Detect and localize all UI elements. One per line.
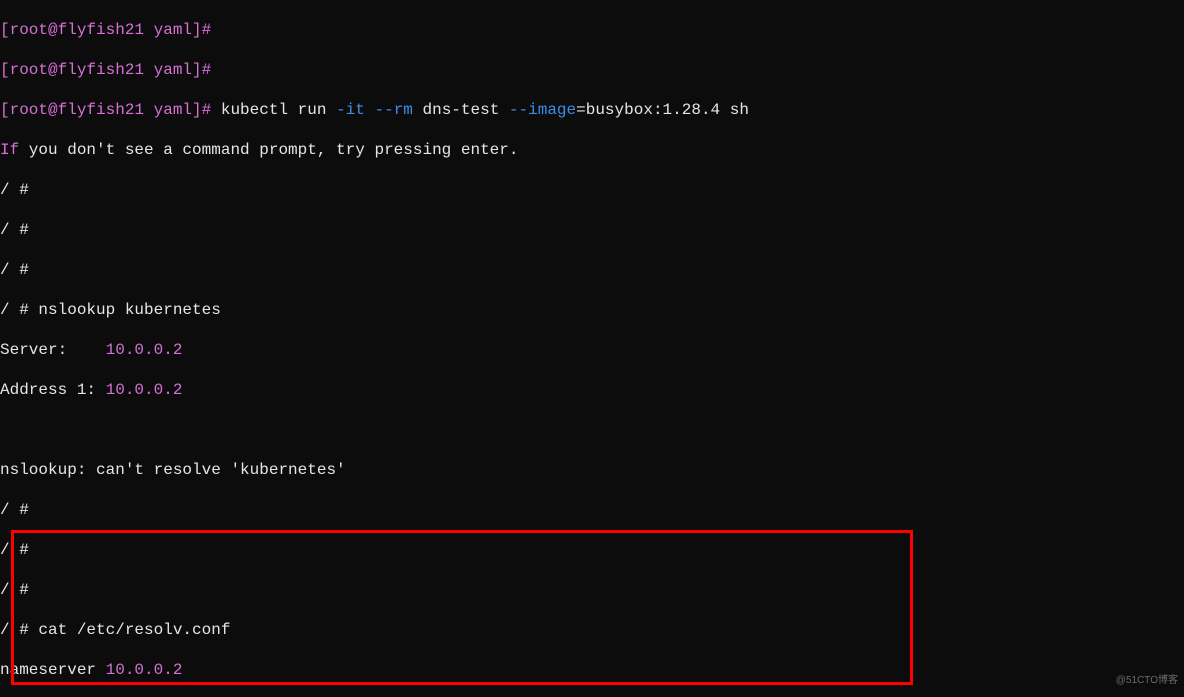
shell-prompt-inner: / # (0, 221, 29, 239)
cmd-flag: --rm (374, 101, 412, 119)
ip-address: 10.0.0.2 (106, 341, 183, 359)
cmd-text: dns-test (413, 101, 509, 119)
cmd-flag: --image (509, 101, 576, 119)
shell-prompt-inner: / # (0, 261, 29, 279)
ip-address: 10.0.0.2 (106, 661, 183, 679)
shell-prompt-inner: / # (0, 501, 29, 519)
cmd-text: =busybox:1.28.4 sh (576, 101, 749, 119)
output-text: you don't see a command prompt, try pres… (19, 141, 518, 159)
cmd-text: kubectl run (221, 101, 336, 119)
shell-prompt-inner: / # (0, 181, 29, 199)
watermark-text: @51CTO博客 (1116, 671, 1178, 691)
cmd-cat: / # cat /etc/resolv.conf (0, 621, 230, 639)
terminal-output[interactable]: [root@flyfish21 yaml]# [root@flyfish21 y… (0, 0, 1184, 697)
shell-prompt: [root@flyfish21 yaml]# (0, 61, 211, 79)
label-address: Address 1: (0, 381, 106, 399)
label-nameserver: nameserver (0, 661, 106, 679)
shell-prompt: [root@flyfish21 yaml]# (0, 101, 221, 119)
shell-prompt-inner: / # (0, 581, 29, 599)
shell-prompt: [root@flyfish21 yaml]# (0, 21, 211, 39)
label-server: Server: (0, 341, 106, 359)
ip-address: 10.0.0.2 (106, 381, 183, 399)
keyword-if: If (0, 141, 19, 159)
error-text: nslookup: can't resolve 'kubernetes' (0, 461, 346, 479)
cmd-flag: -it (336, 101, 365, 119)
cmd-nslookup: / # nslookup kubernetes (0, 301, 221, 319)
shell-prompt-inner: / # (0, 541, 29, 559)
